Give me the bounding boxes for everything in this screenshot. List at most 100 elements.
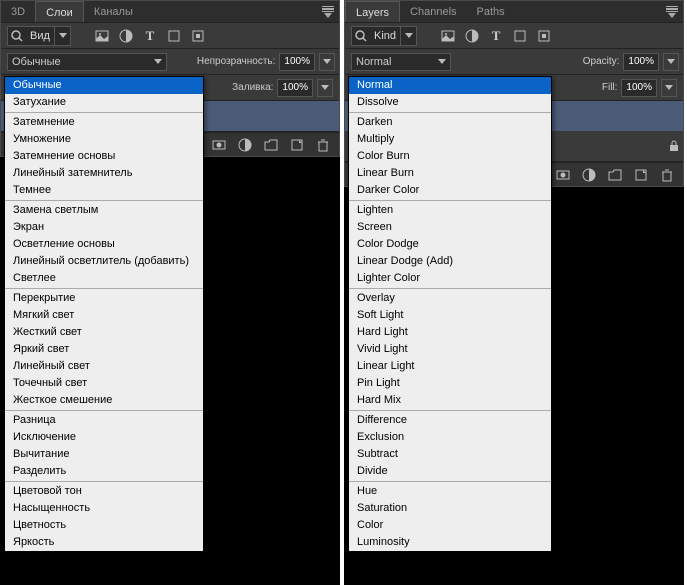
blend-mode-option[interactable]: Точечный свет [5,375,203,392]
blend-mode-option[interactable]: Мягкий свет [5,307,203,324]
blend-mode-option[interactable]: Цветовой тон [5,483,203,500]
opacity-value[interactable]: 100% [279,53,315,71]
blend-mode-option[interactable]: Hard Mix [349,392,551,409]
blend-mode-option[interactable]: Жесткий свет [5,324,203,341]
adjust-icon[interactable] [581,167,597,183]
blend-mode-option[interactable]: Обычные [5,77,203,94]
blend-mode-option[interactable]: Линейный осветлитель (добавить) [5,253,203,270]
blend-mode-option[interactable]: Lighter Color [349,270,551,287]
blend-mode-option[interactable]: Pin Light [349,375,551,392]
filter-pixel-icon[interactable] [439,27,457,45]
tab-channels[interactable]: Channels [400,1,466,22]
blend-mode-option[interactable]: Линейный затемнитель [5,165,203,182]
blend-mode-option[interactable]: Saturation [349,500,551,517]
blend-mode-option[interactable]: Светлее [5,270,203,287]
blend-mode-option[interactable]: Normal [349,77,551,94]
blend-mode-option[interactable]: Divide [349,463,551,480]
group-icon[interactable] [263,137,279,153]
blend-mode-option[interactable]: Linear Burn [349,165,551,182]
blend-mode-option[interactable]: Overlay [349,290,551,307]
blend-mode-option[interactable]: Вычитание [5,446,203,463]
trash-icon[interactable] [659,167,675,183]
blend-mode-option[interactable]: Linear Light [349,358,551,375]
fill-stepper[interactable] [661,79,677,97]
fill-value[interactable]: 100% [621,79,657,97]
blend-mode-option[interactable]: Color Dodge [349,236,551,253]
blend-mode-option[interactable]: Осветление основы [5,236,203,253]
trash-icon[interactable] [315,137,331,153]
blend-mode-option[interactable]: Hard Light [349,324,551,341]
new-icon[interactable] [289,137,305,153]
filter-shape-icon[interactable] [511,27,529,45]
filter-text-icon[interactable]: T [141,27,159,45]
filter-pixel-icon[interactable] [93,27,111,45]
mask-icon[interactable] [555,167,571,183]
filter-smart-icon[interactable] [189,27,207,45]
tab-paths[interactable]: Paths [467,1,515,22]
blend-mode-option[interactable]: Затемнение основы [5,148,203,165]
opacity-stepper[interactable] [663,53,679,71]
blend-mode-option[interactable]: Color Burn [349,148,551,165]
chevron-down-icon [400,27,416,45]
blend-mode-option[interactable]: Экран [5,219,203,236]
panel-menu-icon[interactable] [663,6,681,18]
opacity-value[interactable]: 100% [623,53,659,71]
blend-mode-option[interactable]: Яркий свет [5,341,203,358]
blend-mode-option[interactable]: Color [349,517,551,534]
blend-mode-option[interactable]: Dissolve [349,94,551,111]
filter-smart-icon[interactable] [535,27,553,45]
blend-mode-option[interactable]: Multiply [349,131,551,148]
blend-mode-option[interactable]: Яркость [5,534,203,551]
blend-mode-select[interactable]: Обычные [7,53,167,71]
adjust-icon[interactable] [237,137,253,153]
filter-kind-select[interactable]: Kind [351,26,417,46]
tab-layers[interactable]: Layers [345,1,400,22]
filter-text-icon[interactable]: T [487,27,505,45]
blend-mode-option[interactable]: Lighten [349,202,551,219]
fill-value[interactable]: 100% [277,79,313,97]
opacity-label: Opacity: [583,56,620,67]
separator [349,288,551,289]
new-icon[interactable] [633,167,649,183]
blend-mode-option[interactable]: Исключение [5,429,203,446]
filter-adjust-icon[interactable] [463,27,481,45]
fill-label: Fill: [602,82,618,93]
blend-mode-option[interactable]: Жесткое смешение [5,392,203,409]
blend-mode-option[interactable]: Затемнение [5,114,203,131]
blend-mode-option[interactable]: Hue [349,483,551,500]
blend-mode-option[interactable]: Затухание [5,94,203,111]
tab-3d[interactable]: 3D [1,1,35,22]
blend-mode-option[interactable]: Цветность [5,517,203,534]
mask-icon[interactable] [211,137,227,153]
tab-слои[interactable]: Слои [35,1,84,22]
blend-mode-option[interactable]: Darken [349,114,551,131]
tab-каналы[interactable]: Каналы [84,1,143,22]
filter-adjust-icon[interactable] [117,27,135,45]
blend-mode-option[interactable]: Darker Color [349,182,551,199]
blend-mode-option[interactable]: Exclusion [349,429,551,446]
panel-menu-icon[interactable] [319,6,337,18]
opacity-stepper[interactable] [319,53,335,71]
blend-mode-option[interactable]: Soft Light [349,307,551,324]
blend-mode-option[interactable]: Линейный свет [5,358,203,375]
blend-mode-option[interactable]: Замена светлым [5,202,203,219]
blend-mode-option[interactable]: Difference [349,412,551,429]
blend-mode-option[interactable]: Разница [5,412,203,429]
fill-stepper[interactable] [317,79,333,97]
blend-mode-option[interactable]: Разделить [5,463,203,480]
filter-kind-select[interactable]: Вид [7,26,71,46]
blend-mode-option[interactable]: Насыщенность [5,500,203,517]
blend-mode-value: Обычные [12,56,61,68]
blend-mode-option[interactable]: Luminosity [349,534,551,551]
group-icon[interactable] [607,167,623,183]
blend-mode-option[interactable]: Темнее [5,182,203,199]
blend-mode-option[interactable]: Vivid Light [349,341,551,358]
blend-mode-option[interactable]: Linear Dodge (Add) [349,253,551,270]
blend-mode-option[interactable]: Subtract [349,446,551,463]
blend-mode-option[interactable]: Перекрытие [5,290,203,307]
blend-mode-option[interactable]: Умножение [5,131,203,148]
blend-mode-option[interactable]: Screen [349,219,551,236]
blend-mode-select[interactable]: Normal [351,53,451,71]
search-icon [352,27,370,45]
filter-shape-icon[interactable] [165,27,183,45]
